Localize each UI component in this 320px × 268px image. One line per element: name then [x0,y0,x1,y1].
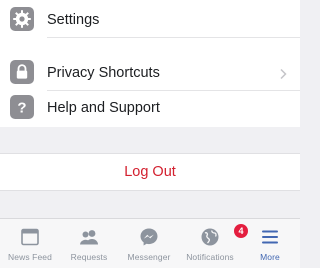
log-out-label: Log Out [124,164,176,180]
tab-label: More [260,252,280,262]
help-and-support-item[interactable]: ? Help and Support [0,90,300,126]
hamburger-icon [259,226,281,248]
divider [47,37,300,38]
tab-news-feed[interactable]: News Feed [0,219,60,268]
svg-text:?: ? [17,100,26,117]
tab-label: Notifications [186,252,234,262]
tab-messenger[interactable]: Messenger [119,219,179,268]
lock-icon [10,60,34,84]
tab-requests[interactable]: Requests [59,219,119,268]
globe-icon [199,226,221,248]
tab-label: News Feed [8,252,52,262]
tab-bar: News Feed Requests Messenger Notificatio… [0,218,300,268]
menu-list: Settings Privacy Shortcuts ? Help and Su… [0,0,300,127]
log-out-button[interactable]: Log Out [0,153,300,191]
tab-more[interactable]: More [240,219,300,268]
privacy-shortcuts-item[interactable]: Privacy Shortcuts [0,55,300,91]
news-feed-icon [19,226,41,248]
notification-badge: 4 [233,223,249,239]
privacy-shortcuts-label: Privacy Shortcuts [47,65,160,81]
settings-label: Settings [47,12,100,28]
chevron-right-icon [277,67,289,80]
messenger-icon [138,226,160,248]
help-and-support-label: Help and Support [47,100,160,116]
gear-icon [10,7,34,31]
settings-item[interactable]: Settings [0,2,300,38]
more-screen: Settings Privacy Shortcuts ? Help and Su… [0,0,300,268]
question-icon: ? [10,95,34,119]
requests-icon [78,226,100,248]
tab-label: Messenger [127,252,171,262]
tab-notifications[interactable]: Notifications [180,219,240,268]
tab-label: Requests [70,252,108,262]
